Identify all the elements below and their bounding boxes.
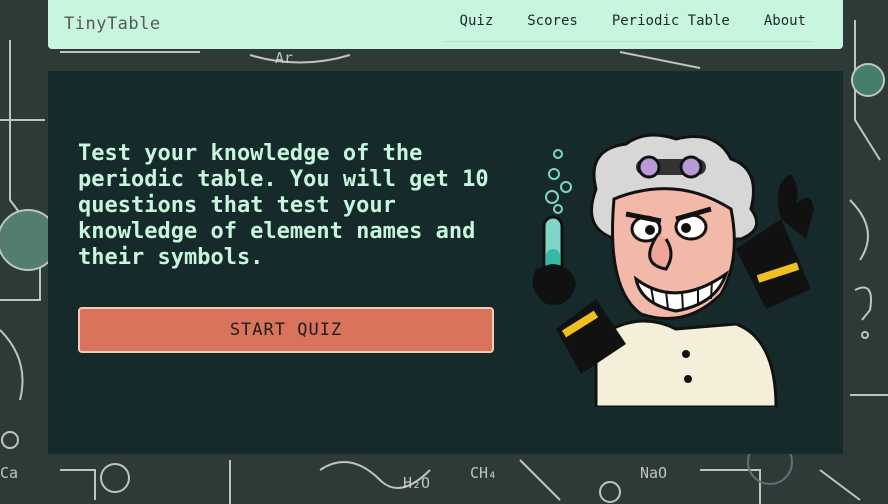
nav-menu: Quiz Scores Periodic Table About	[443, 13, 823, 29]
svg-text:CH₄: CH₄	[470, 464, 497, 482]
nav-divider	[444, 41, 812, 42]
hero-panel: Test your knowledge of the periodic tabl…	[48, 71, 843, 454]
svg-text:Ca: Ca	[0, 464, 18, 482]
brand-logo[interactable]: TinyTable	[64, 14, 161, 34]
svg-text:H₂O: H₂O	[403, 474, 430, 492]
nav-item-periodic-table[interactable]: Periodic Table	[595, 13, 747, 29]
navbar: TinyTable Quiz Scores Periodic Table Abo…	[48, 0, 843, 49]
start-quiz-button[interactable]: START QUIZ	[78, 307, 494, 353]
nav-item-about[interactable]: About	[747, 13, 823, 29]
mad-scientist-illustration	[532, 133, 814, 407]
nav-item-scores[interactable]: Scores	[510, 13, 595, 29]
svg-text:NaO: NaO	[640, 464, 667, 482]
intro-text: Test your knowledge of the periodic tabl…	[78, 141, 489, 270]
svg-text:Ar: Ar	[275, 49, 293, 67]
nav-item-quiz[interactable]: Quiz	[443, 13, 511, 29]
